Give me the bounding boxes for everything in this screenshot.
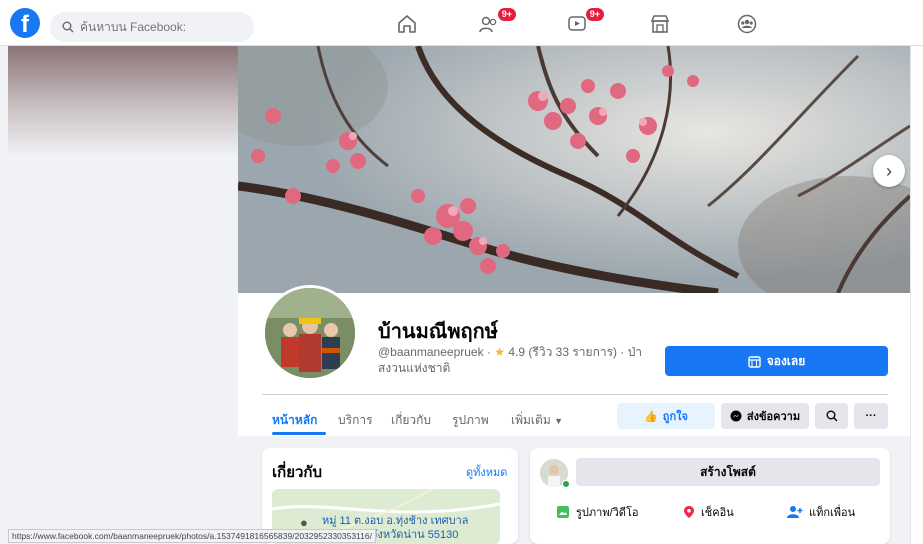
message-button[interactable]: ส่งข้อความ — [721, 403, 809, 429]
search-input[interactable] — [80, 20, 230, 34]
search-icon — [62, 21, 74, 33]
ellipsis-icon: ··· — [865, 410, 877, 422]
book-now-label: จองเลย — [766, 353, 806, 368]
tag-friends-icon — [787, 506, 803, 518]
top-navigation-bar: f 9+ 9+ — [0, 0, 923, 46]
location-pin-icon — [684, 506, 694, 518]
online-status-indicator — [562, 480, 570, 488]
star-icon: ★ — [494, 345, 506, 359]
profile-photo-image — [265, 288, 355, 378]
tag-friends-button[interactable]: แท็กเพื่อน — [787, 503, 855, 521]
photo-icon — [557, 506, 569, 518]
tab-more-label: เพิ่มเติม — [511, 413, 551, 427]
page-rating: 4.9 — [508, 345, 526, 359]
messenger-icon — [730, 410, 742, 422]
profile-avatar[interactable] — [262, 285, 358, 381]
caret-down-icon: ▼ — [554, 416, 563, 426]
create-post-button[interactable]: สร้างโพสต์ — [576, 458, 880, 486]
home-nav-icon[interactable] — [396, 13, 420, 35]
cover-next-arrow-icon[interactable]: › — [873, 155, 905, 187]
cherry-blossom-image — [238, 46, 910, 293]
about-card-title: เกี่ยวกับ — [272, 464, 323, 481]
active-tab-indicator — [272, 432, 326, 435]
book-now-button[interactable]: จองเลย — [665, 346, 888, 376]
cover-side-shadow — [8, 46, 238, 156]
check-in-button[interactable]: เช็คอิน — [683, 503, 734, 521]
tab-home[interactable]: หน้าหลัก — [272, 411, 317, 430]
facebook-logo-icon[interactable]: f — [10, 8, 40, 38]
cover-photo[interactable] — [238, 46, 910, 293]
search-box[interactable] — [50, 12, 254, 42]
more-options-button[interactable]: ··· — [854, 403, 888, 429]
tab-services[interactable]: บริการ — [338, 411, 373, 430]
check-in-label: เช็คอิน — [701, 507, 734, 519]
photo-video-button[interactable]: รูปภาพ/วิดีโอ — [556, 503, 638, 521]
marketplace-nav-icon[interactable] — [649, 13, 673, 35]
photo-video-label: รูปภาพ/วิดีโอ — [576, 507, 639, 519]
groups-nav-icon[interactable] — [736, 13, 760, 35]
see-all-link[interactable]: ดูทั้งหมด — [466, 463, 507, 481]
search-icon — [826, 410, 837, 422]
address-line-1: หมู่ 11 ต.งอบ อ.ทุ่งช้าง เทศบาล — [322, 515, 469, 527]
thumbs-up-icon: 👍 — [644, 410, 658, 423]
tab-about[interactable]: เกี่ยวกับ — [391, 411, 431, 430]
page-reviews[interactable]: (รีวิว 33 รายการ) — [528, 345, 617, 359]
page-search-button[interactable] — [815, 403, 848, 429]
header-divider — [262, 394, 888, 395]
location-pin-icon: ● — [300, 515, 308, 530]
like-button[interactable]: 👍 ถูกใจ — [617, 403, 715, 429]
tag-friends-label: แท็กเพื่อน — [809, 507, 856, 519]
friends-nav-icon[interactable]: 9+ — [478, 8, 516, 35]
tab-more[interactable]: เพิ่มเติม ▼ — [511, 411, 563, 430]
message-label: ส่งข้อความ — [746, 411, 801, 423]
friends-badge: 9+ — [497, 8, 516, 21]
page-meta: @baanmaneepruek · ★ 4.9 (รีวิว 33 รายการ… — [378, 345, 643, 375]
like-label: ถูกใจ — [662, 411, 688, 423]
browser-status-url: https://www.facebook.com/baanmaneepruek/… — [8, 529, 376, 543]
logo-letter: f — [21, 11, 29, 38]
right-scroll-gutter — [910, 46, 923, 544]
tab-photos[interactable]: รูปภาพ — [452, 411, 489, 430]
page-handle: @baanmaneepruek — [378, 345, 484, 359]
watch-badge: 9+ — [585, 8, 604, 21]
page-title: บ้านมณีพฤกษ์ — [378, 321, 498, 343]
calendar-icon — [748, 355, 761, 368]
watch-nav-icon[interactable]: 9+ — [566, 8, 604, 35]
